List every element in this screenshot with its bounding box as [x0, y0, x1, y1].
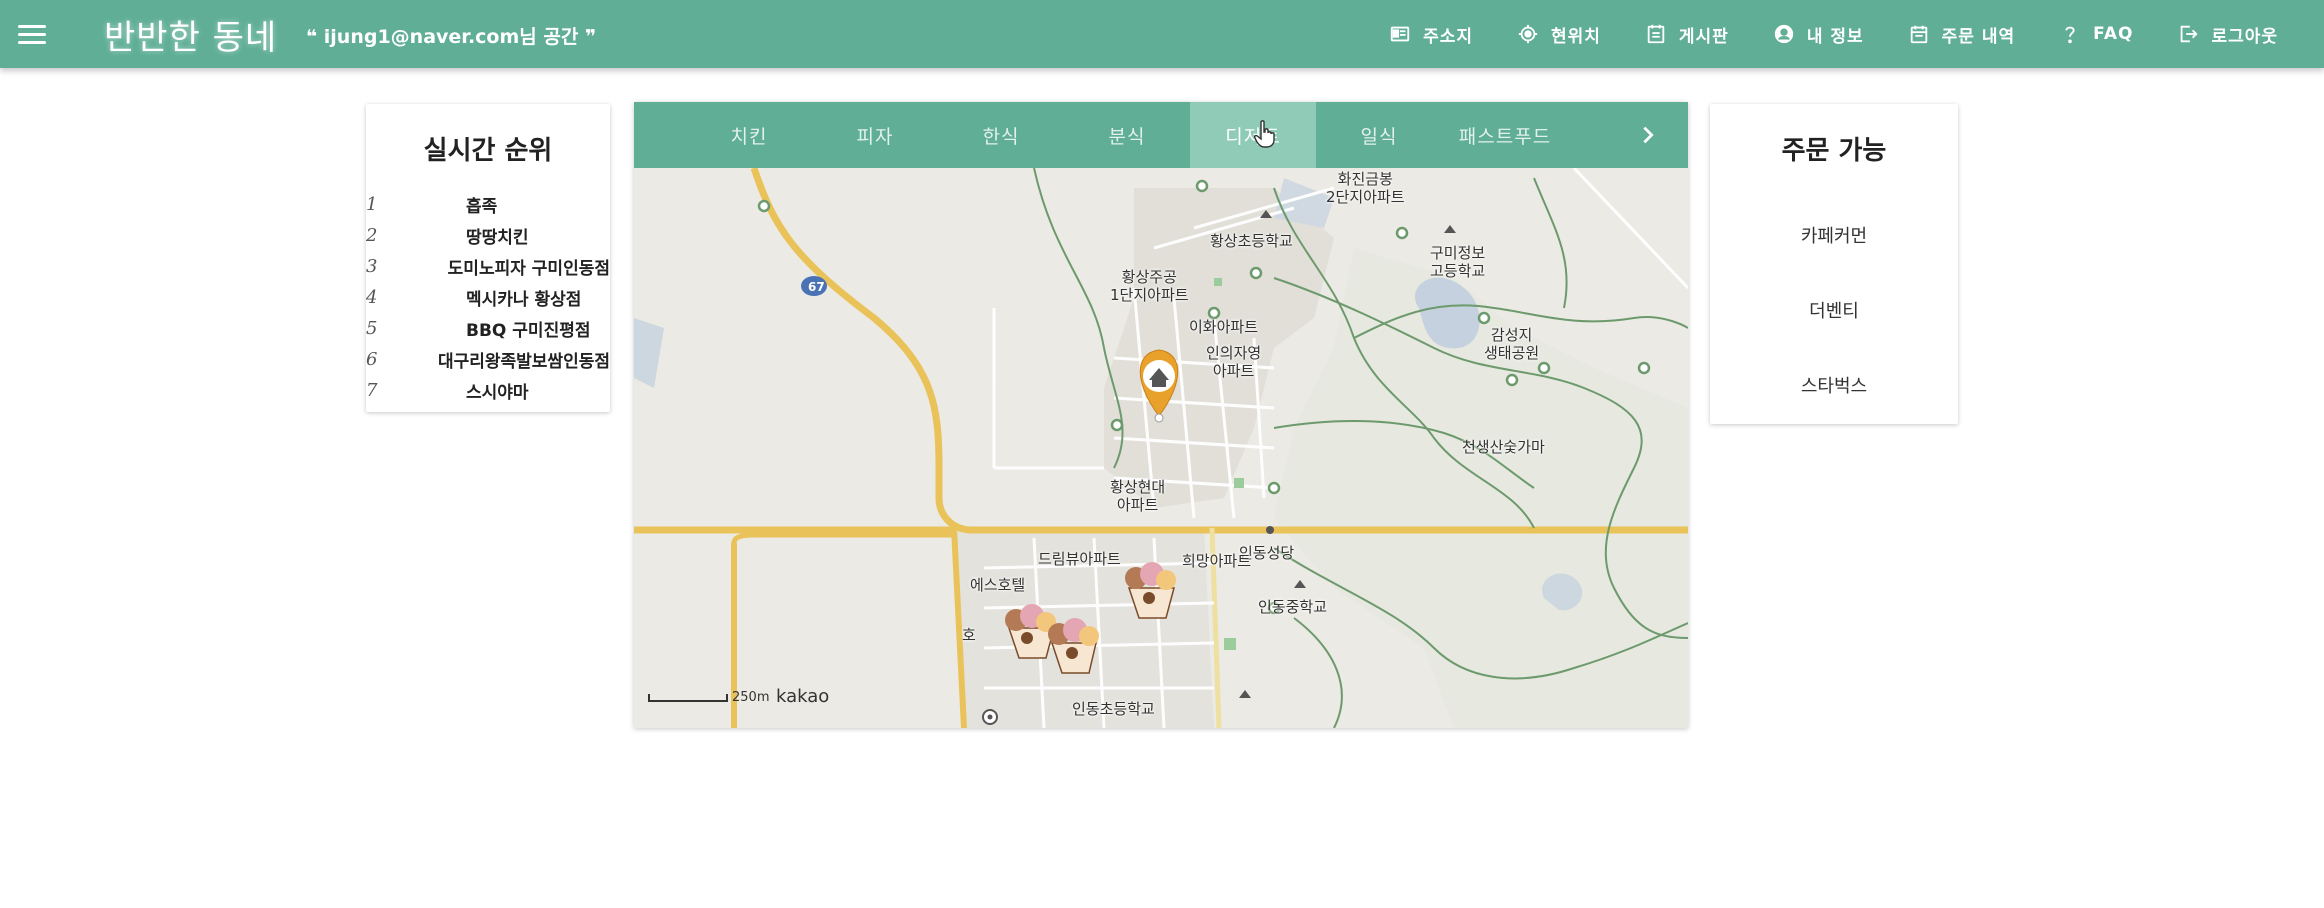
board-icon [1647, 24, 1665, 44]
rank-number: 4 [366, 287, 378, 308]
tab-dessert[interactable]: 디저트 [1190, 102, 1316, 168]
ranking-item[interactable]: 6 대구리왕족발보쌈인동점 [366, 344, 610, 375]
map-label: 드림뷰아파트 [1038, 550, 1121, 568]
rank-number: 5 [366, 318, 378, 339]
map-label: 희망아파트 [1182, 552, 1252, 570]
nav-board[interactable]: 게시판 [1623, 0, 1751, 68]
rank-store-name[interactable]: 흡족 [466, 192, 497, 217]
nav-location-label: 현위치 [1550, 26, 1601, 47]
top-nav: 주소지 현위치 게시판 내 정보 주문 내역 FAQ 로그아웃 [1367, 0, 2300, 68]
available-store-item[interactable]: 카페커먼 [1710, 197, 1958, 272]
available-store-item[interactable]: 스타벅스 [1710, 347, 1958, 422]
ranking-list: 1 흡족 2 땅땅치킨 3 도미노피자 구미인동점 4 멕시카나 황상점 5 BBQ 구미… [366, 189, 610, 406]
map-label: 황상주공 1단지아파트 [1110, 268, 1189, 304]
map-label: 호 [962, 626, 976, 644]
nav-location[interactable]: 현위치 [1495, 0, 1623, 68]
tab-fastfood[interactable]: 패스트푸드 [1442, 102, 1568, 168]
available-store-item[interactable]: 더벤티 [1710, 272, 1958, 347]
nav-logout[interactable]: 로그아웃 [2155, 0, 2300, 68]
map-view[interactable]: 화진금봉 2단지아파트 황상초등학교 황상주공 1단지아파트 구미정보 고등학교 이화… [634, 168, 1688, 728]
map-provider-logo[interactable]: kakao [776, 686, 829, 707]
ranking-item[interactable]: 5 BBQ 구미진평점 [366, 313, 610, 344]
map-card: 치킨 피자 한식 분식 디저트 일식 패스트푸드 화진금봉 2단지아파트 황상초… [634, 102, 1688, 728]
map-label: 감성지 생태공원 [1484, 326, 1540, 362]
account-icon [1774, 24, 1793, 44]
map-label: 황상초등학교 [1210, 232, 1293, 250]
nav-address[interactable]: 주소지 [1367, 0, 1495, 68]
rank-store-name[interactable]: BBQ 구미진평점 [466, 316, 591, 341]
ranking-card: 실시간 순위 1 흡족 2 땅땅치킨 3 도미노피자 구미인동점 4 멕시카나 황상점 … [366, 104, 610, 412]
map-label: 화진금봉 2단지아파트 [1326, 170, 1405, 206]
map-label: 인의자영 아파트 [1206, 344, 1262, 380]
ranking-item[interactable]: 4 멕시카나 황상점 [366, 282, 610, 313]
menu-icon[interactable] [14, 16, 50, 52]
map-label: 에스호텔 [970, 576, 1026, 594]
category-tabs: 치킨 피자 한식 분식 디저트 일식 패스트푸드 [634, 102, 1688, 168]
nav-my-info-label: 내 정보 [1806, 26, 1864, 47]
nav-address-label: 주소지 [1423, 26, 1473, 47]
nav-faq-label: FAQ [2093, 24, 2134, 44]
available-card: 주문 가능 카페커먼 더벤티 스타벅스 [1710, 104, 1958, 424]
rank-number: 3 [366, 256, 378, 277]
rank-number: 6 [366, 349, 378, 370]
nav-faq[interactable]: FAQ [2037, 0, 2155, 68]
rank-store-name[interactable]: 멕시카나 황상점 [466, 285, 581, 310]
logout-icon [2181, 25, 2198, 43]
user-space-label: ❝ ijung1@naver.com님 공간 ❞ [306, 26, 597, 48]
tab-snack[interactable]: 분식 [1064, 102, 1190, 168]
tabs-next-button[interactable] [1628, 102, 1668, 168]
brand-title[interactable]: 반반한 동네 [104, 10, 277, 59]
road-number-label: 67 [808, 280, 825, 294]
ranking-title: 실시간 순위 [366, 130, 610, 175]
map-scale-text: 250m [732, 690, 770, 705]
chevron-right-icon [1643, 126, 1654, 144]
ranking-item[interactable]: 1 흡족 [366, 189, 610, 220]
map-scale-bar [648, 694, 728, 702]
map-label: 천생산숯가마 [1462, 438, 1545, 456]
hand-cursor-icon [1254, 120, 1275, 148]
nav-logout-label: 로그아웃 [2211, 26, 2278, 47]
address-card-icon [1390, 26, 1410, 42]
nav-order-history-label: 주문 내역 [1941, 26, 2016, 47]
calendar-icon [1910, 25, 1927, 44]
tab-japanese[interactable]: 일식 [1316, 102, 1442, 168]
map-label: 구미정보 고등학교 [1430, 244, 1486, 280]
available-list: 카페커먼 더벤티 스타벅스 [1710, 197, 1958, 422]
map-label: 이화아파트 [1189, 318, 1259, 336]
rank-store-name[interactable]: 스시야마 [466, 378, 529, 403]
tab-pizza[interactable]: 피자 [812, 102, 938, 168]
nav-my-info[interactable]: 내 정보 [1751, 0, 1886, 68]
map-label: 황상현대 아파트 [1110, 478, 1166, 514]
nav-board-label: 게시판 [1678, 26, 1729, 47]
app-bar: 반반한 동네 ❝ ijung1@naver.com님 공간 ❞ 주소지 현위치 … [0, 0, 2324, 68]
map-label: 인동중학교 [1258, 598, 1328, 616]
ranking-item[interactable]: 2 땅땅치킨 [366, 220, 610, 251]
ranking-item[interactable]: 3 도미노피자 구미인동점 [366, 251, 610, 282]
tab-korean[interactable]: 한식 [938, 102, 1064, 168]
rank-number: 2 [366, 225, 378, 246]
rank-number: 7 [366, 380, 378, 401]
rank-store-name[interactable]: 대구리왕족발보쌈인동점 [438, 347, 610, 372]
map-label: 인동초등학교 [1072, 700, 1155, 718]
tab-chicken[interactable]: 치킨 [686, 102, 812, 168]
rank-store-name[interactable]: 도미노피자 구미인동점 [448, 254, 610, 279]
rank-number: 1 [366, 194, 378, 215]
location-target-icon [1518, 24, 1538, 44]
question-icon [2065, 26, 2075, 44]
rank-store-name[interactable]: 땅땅치킨 [466, 223, 529, 248]
ranking-item[interactable]: 7 스시야마 [366, 375, 610, 406]
nav-order-history[interactable]: 주문 내역 [1886, 0, 2037, 68]
available-title: 주문 가능 [1710, 130, 1958, 175]
